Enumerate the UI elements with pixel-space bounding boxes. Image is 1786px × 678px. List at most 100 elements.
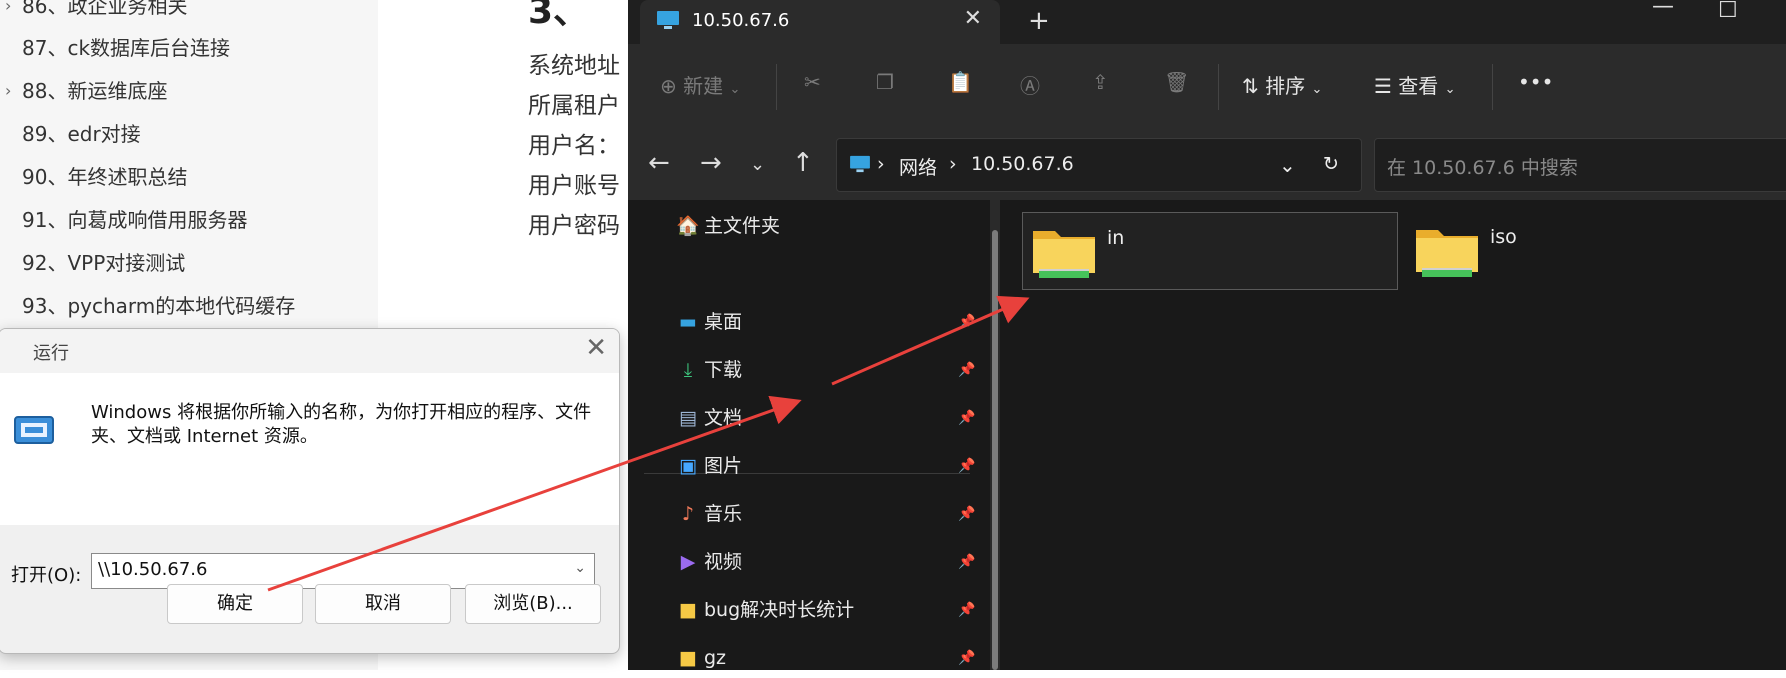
ok-button[interactable]: 确定 [167,584,303,624]
paste-icon[interactable]: 📋 [948,70,973,94]
notes-item-89[interactable]: 89、edr对接 [0,114,378,154]
nav-item-bug-stats[interactable]: ■ bug解决时长统计 [676,590,854,630]
delete-icon[interactable]: 🗑 [1164,70,1189,94]
nav-item-documents[interactable]: ▤ 文档 [676,398,742,438]
nav-item-downloads[interactable]: ⤓ 下载 [676,350,742,390]
notes-item-label: 88、新运维底座 [22,79,168,103]
pin-icon[interactable]: 📌 [958,506,975,522]
doc-line-password: 用户密码 [528,213,620,239]
sort-icon: ⇅ [1242,74,1259,98]
open-input-value[interactable]: \\10.50.67.6 [98,559,207,580]
breadcrumb-host[interactable]: 10.50.67.6 [971,153,1074,175]
recent-chevron-down-icon[interactable]: ⌄ [750,154,765,175]
search-box[interactable]: 在 10.50.67.6 中搜索 [1374,138,1786,192]
doc-line-username: 用户名： [528,133,620,159]
nav-item-music[interactable]: ♪ 音乐 [676,494,742,534]
run-dialog-titlebar[interactable]: 运行 ✕ [0,329,619,373]
notes-item-90[interactable]: 90、年终述职总结 [0,157,378,197]
cut-icon[interactable]: ✂ [804,70,821,94]
close-icon[interactable]: ✕ [964,6,982,31]
sort-button-label: 排序 [1265,74,1306,98]
share-icon[interactable]: ⇪ [1092,70,1109,94]
nav-item-label: 下载 [704,359,743,381]
back-arrow-icon[interactable]: ← [648,148,670,178]
notes-item-91[interactable]: 91、向葛成响借用服务器 [0,200,378,240]
music-icon: ♪ [681,503,695,525]
nav-item-label: 音乐 [704,503,743,525]
nav-item-label: 文档 [704,407,743,429]
pin-icon[interactable]: 📌 [958,554,975,570]
cancel-button[interactable]: 取消 [315,584,451,624]
chevron-down-icon: ⌄ [729,82,741,97]
new-button[interactable]: ⊕ 新建 ⌄ [660,70,740,99]
copy-icon[interactable]: ❐ [876,70,894,94]
notes-item-label: 87、ck数据库后台连接 [22,36,231,60]
doc-line-account: 用户账号 [528,173,620,199]
pin-icon[interactable]: 📌 [958,458,975,474]
notes-item-93[interactable]: 93、pycharm的本地代码缓存 [0,286,378,326]
notes-item-86[interactable]: › 86、政企业务相关 [0,0,378,26]
nav-item-videos[interactable]: ▶ 视频 [676,542,742,582]
folder-item-iso[interactable]: iso [1406,212,1606,288]
minimize-icon[interactable]: — [1652,0,1674,19]
desktop-icon: ▬ [679,311,697,333]
rename-icon[interactable]: Ⓐ [1020,70,1040,99]
nav-item-label: 视频 [704,551,743,573]
forward-arrow-icon[interactable]: → [700,148,722,178]
notes-item-92[interactable]: 92、VPP对接测试 [0,243,378,283]
more-options-icon[interactable]: ••• [1518,70,1553,94]
folder-item-in[interactable]: in [1022,212,1398,290]
nav-item-label: bug解决时长统计 [704,599,855,621]
chevron-right-icon[interactable]: › [5,0,11,26]
maximize-icon[interactable]: ☐ [1718,0,1738,23]
browse-button[interactable]: 浏览(B)... [465,584,601,624]
notes-item-label: 92、VPP对接测试 [22,251,186,275]
doc-heading: 3、 [528,0,590,32]
tab-strip: 10.50.67.6 ✕ + — ☐ [628,0,1786,44]
address-bar[interactable]: › 网络 › 10.50.67.6 ⌄ ↻ [836,138,1362,192]
new-tab-icon[interactable]: + [1028,6,1050,36]
notes-item-label: 91、向葛成响借用服务器 [22,208,248,232]
nav-scrollbar[interactable] [990,200,1000,670]
document-icon: ▤ [679,407,697,429]
pin-icon[interactable]: 📌 [958,362,975,378]
open-label: 打开(O): [11,565,82,586]
address-dropdown-icon[interactable]: ⌄ [1279,153,1296,177]
up-arrow-icon[interactable]: ↑ [792,148,814,178]
nav-item-desktop[interactable]: ▬ 桌面 [676,302,742,342]
view-button[interactable]: ☰ 查看 ⌄ [1374,70,1456,99]
search-placeholder: 在 10.50.67.6 中搜索 [1387,157,1578,179]
pictures-icon: ▣ [679,455,697,477]
pin-icon[interactable]: 📌 [958,650,975,666]
notes-item-87[interactable]: 87、ck数据库后台连接 [0,28,378,68]
computer-icon [657,11,679,29]
nav-item-gz[interactable]: ■ gz [676,638,726,678]
network-folder-icon [1033,231,1095,278]
folder-icon: ■ [679,647,697,669]
folder-name: iso [1490,226,1517,248]
run-dialog-body: Windows 将根据你所输入的名称，为你打开相应的程序、文件夹、文档或 Int… [0,373,619,525]
tab-active[interactable]: 10.50.67.6 ✕ [640,0,1000,44]
pin-icon[interactable]: 📌 [958,602,975,618]
notes-item-88[interactable]: › 88、新运维底座 [0,71,378,111]
download-icon: ⤓ [683,359,693,381]
view-button-label: 查看 [1398,74,1439,98]
breadcrumb-network[interactable]: 网络 [899,153,937,180]
nav-item-pictures[interactable]: ▣ 图片 [676,446,742,486]
chevron-right-icon[interactable]: › [5,71,11,111]
chevron-down-icon[interactable]: ⌄ [574,560,586,576]
view-list-icon: ☰ [1374,74,1392,98]
pin-icon[interactable]: 📌 [958,410,975,426]
home-icon: 🏠 [676,215,700,237]
doc-line-system-address: 系统地址 [528,53,620,79]
scrollbar-thumb[interactable] [992,230,998,670]
refresh-icon[interactable]: ↻ [1323,153,1339,175]
close-icon[interactable]: ✕ [585,333,607,363]
chevron-down-icon: ⌄ [1311,82,1323,97]
plus-circle-icon: ⊕ [660,74,677,98]
address-row: ← → ⌄ ↑ › 网络 › 10.50.67.6 ⌄ ↻ 在 10.50.67… [628,130,1786,200]
nav-item-home[interactable]: 🏠 主文件夹 [676,206,780,246]
pin-icon[interactable]: 📌 [958,314,975,330]
notes-item-label: 86、政企业务相关 [22,0,188,18]
sort-button[interactable]: ⇅ 排序 ⌄ [1242,70,1322,99]
